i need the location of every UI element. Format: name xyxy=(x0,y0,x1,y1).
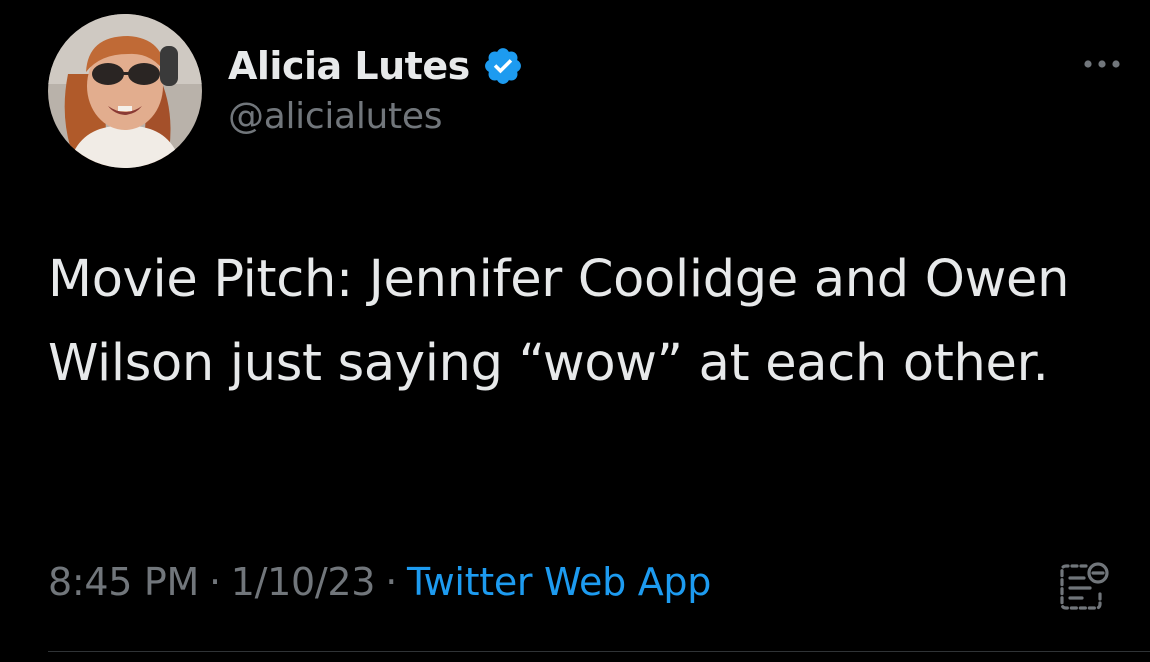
tweet-date[interactable]: 1/10/23 xyxy=(231,560,376,604)
author-display-name[interactable]: Alicia Lutes xyxy=(228,44,470,88)
tweet-text: Movie Pitch: Jennifer Coolidge and Owen … xyxy=(48,250,1070,393)
analytics-icon[interactable] xyxy=(1056,560,1110,614)
tweet-time[interactable]: 8:45 PM xyxy=(48,560,199,604)
tweet: Alicia Lutes @alicialutes Movie Pitch: J… xyxy=(0,0,1150,662)
tweet-source-link[interactable]: Twitter Web App xyxy=(407,560,711,604)
author-name-row: Alicia Lutes xyxy=(228,40,524,92)
tweet-metadata: 8:45 PM · 1/10/23 · Twitter Web App xyxy=(48,560,711,604)
avatar[interactable] xyxy=(48,14,202,168)
meta-separator: · xyxy=(209,560,221,604)
author-handle[interactable]: @alicialutes xyxy=(228,96,442,137)
divider xyxy=(48,651,1150,652)
more-options-icon[interactable] xyxy=(1080,46,1124,82)
meta-separator: · xyxy=(385,560,397,604)
verified-badge-icon xyxy=(482,45,524,87)
